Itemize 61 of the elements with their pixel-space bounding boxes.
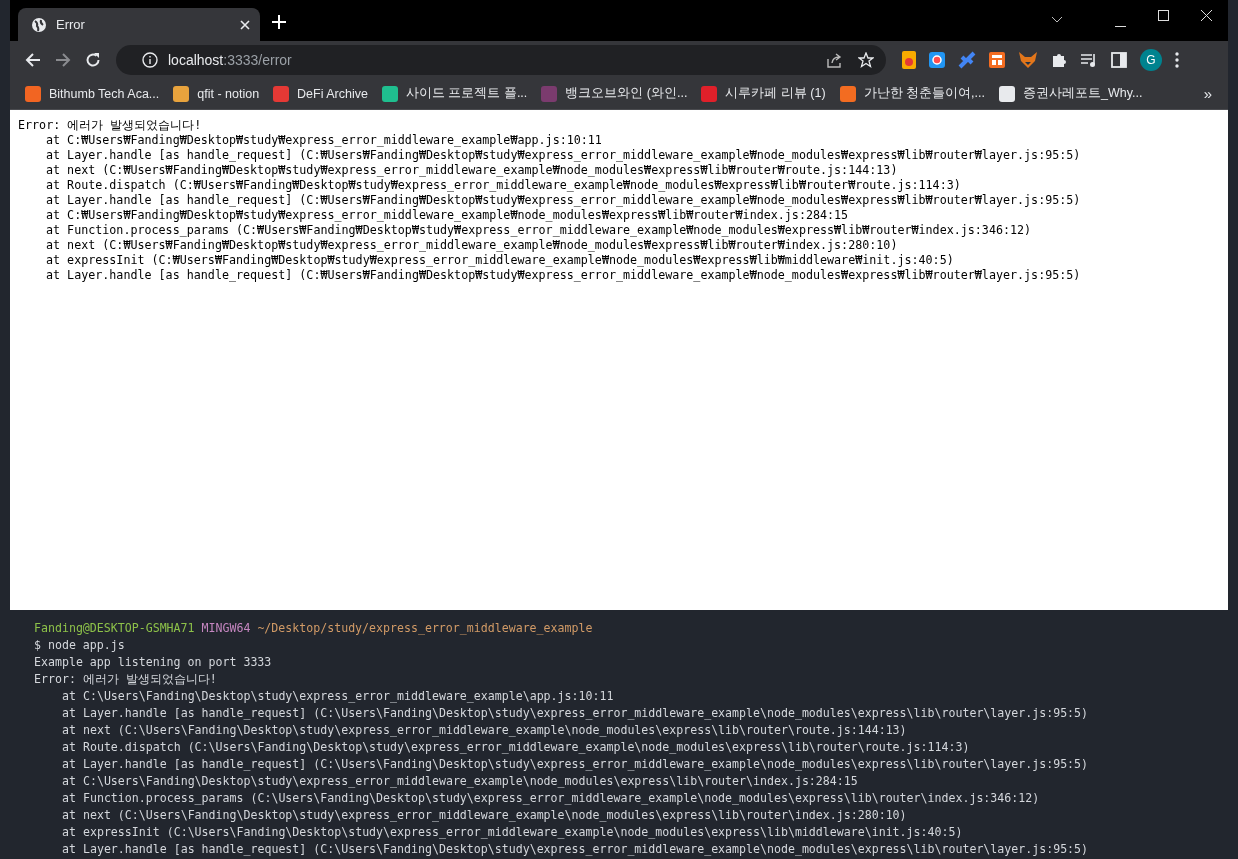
close-icon[interactable] — [1201, 10, 1212, 21]
stack-trace-line: at Layer.handle [as handle_request] (C:₩Users₩Fanding₩Desktop₩study₩express_error_middleware_example₩node_modules₩express₩lib₩router₩layer.js:95:5) — [45, 148, 1082, 163]
puzzle-icon[interactable] — [1051, 51, 1067, 68]
fox-extension-icon[interactable] — [1018, 50, 1038, 69]
side-panel-icon[interactable] — [1111, 51, 1127, 68]
globe-icon — [31, 16, 47, 33]
bookmark[interactable]: Bithumb Tech Aca... — [18, 85, 167, 102]
bookmark[interactable]: 사이드 프로젝트 플... — [374, 85, 535, 102]
more-menu-icon[interactable] — [1175, 51, 1179, 68]
stack-trace-line: at Route.dispatch (C:\Users\Fanding\Desktop\study\express_error_middleware_example\node_modules\express\lib\router\route.js:114:3) — [61, 739, 971, 756]
share-icon[interactable] — [826, 51, 844, 68]
document-extension-icon[interactable] — [902, 50, 916, 69]
media-queue-icon[interactable] — [1080, 51, 1098, 68]
stack-trace-line: at Layer.handle [as handle_request] (C:\Users\Fanding\Desktop\study\express_error_middleware_example\node_modules\express\lib\router\layer.js:95:5) — [61, 756, 1090, 773]
stack-trace-line: at next (C:₩Users₩Fanding₩Desktop₩study₩express_error_middleware_example₩node_modules₩express₩lib₩router₩route.js:144:13) — [45, 163, 899, 178]
chevron-down-icon[interactable] — [1051, 16, 1063, 23]
stack-trace-line: at next (C:\Users\Fanding\Desktop\study\express_error_middleware_example\node_modules\express\lib\router\index.js:280:10) — [61, 807, 908, 824]
more-bookmarks-button[interactable]: » — [1195, 85, 1220, 102]
new-tab-icon[interactable] — [272, 15, 286, 29]
prompt-path: ~/Desktop/study/express_error_middleware_example — [257, 621, 593, 635]
url-text: localhost:3333/error — [168, 51, 293, 68]
close-icon[interactable] — [240, 19, 250, 30]
reload-icon[interactable] — [85, 51, 101, 68]
bookmark[interactable]: 가난한 청춘들이여,... — [832, 85, 992, 102]
stack-trace-line: at expressInit (C:₩Users₩Fanding₩Desktop₩study₩express_error_middleware_example₩node_modules₩express₩lib₩middleware₩init.js:40:5) — [45, 253, 955, 268]
bookmark[interactable]: 뱅크오브와인 (와인... — [534, 85, 695, 102]
stack-trace-line: at next (C:₩Users₩Fanding₩Desktop₩study₩express_error_middleware_example₩node_modules₩express₩lib₩router₩index.js:280:10) — [45, 238, 899, 253]
maximize-icon[interactable] — [1158, 10, 1169, 21]
stack-trace-line: at C:₩Users₩Fanding₩Desktop₩study₩express_error_middleware_example₩app.js:10:11 — [45, 133, 603, 148]
stack-trace-line: at Layer.handle [as handle_request] (C:₩Users₩Fanding₩Desktop₩study₩express_error_middleware_example₩node_modules₩express₩lib₩router₩layer.js:95:5) — [45, 193, 1082, 208]
stack-trace-line: at C:₩Users₩Fanding₩Desktop₩study₩express_error_middleware_example₩node_modules₩express₩lib₩router₩index.js:284:15 — [45, 208, 850, 223]
stack-trace-line: at Layer.handle [as handle_request] (C:\Users\Fanding\Desktop\study\express_error_middleware_example\node_modules\express\lib\router\layer.js:95:5) — [61, 705, 1090, 722]
bookmark[interactable]: DeFi Archive — [266, 85, 375, 102]
stack-trace-line: at Layer.handle [as handle_request] (C:\Users\Fanding\Desktop\study\express_error_middleware_example\node_modules\express\lib\router\layer.js:95:5) — [61, 841, 1090, 858]
stack-trace-line: at C:\Users\Fanding\Desktop\study\express_error_middleware_example\app.js:10:11 — [61, 688, 615, 705]
terminal-output-line: Error: 에러가 발생되었습니다! — [34, 671, 218, 688]
stack-trace-line: at Layer.handle [as handle_request] (C:₩Users₩Fanding₩Desktop₩study₩express_error_middleware_example₩node_modules₩express₩lib₩router₩layer.js:95:5) — [45, 268, 1082, 283]
star-icon[interactable] — [858, 51, 874, 68]
bookmark[interactable]: qfit - notion — [166, 85, 267, 102]
bookmark[interactable]: 증권사레포트_Why... — [992, 85, 1150, 102]
stack-trace-line: at Route.dispatch (C:₩Users₩Fanding₩Desktop₩study₩express_error_middleware_example₩node_modules₩express₩lib₩router₩route.js:114:3) — [45, 178, 962, 193]
back-icon[interactable] — [25, 51, 41, 68]
prompt-user-host: Fanding@DESKTOP-GSMHA71 — [34, 621, 195, 635]
bookmark[interactable]: 시루카페 리뷰 (1) — [694, 85, 833, 102]
stack-trace-line: at expressInit (C:\Users\Fanding\Desktop\study\express_error_middleware_example\node_modules\express\lib\middleware\init.js:40:5) — [61, 824, 964, 841]
prompt-shell: MINGW64 — [201, 621, 251, 635]
forward-icon[interactable] — [55, 51, 71, 68]
address-bar[interactable]: localhost:3333/error — [116, 44, 886, 75]
error-message: Error: 에러가 발생되었습니다! — [18, 118, 203, 133]
stack-trace-line: at Function.process_params (C:\Users\Fanding\Desktop\study\express_error_middleware_example\node_modules\express\lib\router\index.js:346:12) — [61, 790, 1041, 807]
stack-trace-line: at C:\Users\Fanding\Desktop\study\express_error_middleware_example\node_modules\express\lib\router\index.js:284:15 — [61, 773, 859, 790]
terminal-output-line: Example app listening on port 3333 — [34, 654, 273, 671]
info-icon — [142, 51, 158, 68]
layout-extension-icon[interactable] — [989, 51, 1005, 68]
profile-avatar[interactable]: G — [1140, 48, 1162, 71]
stack-trace-line: at next (C:\Users\Fanding\Desktop\study\express_error_middleware_example\node_modules\express\lib\router\route.js:144:13) — [61, 722, 908, 739]
record-extension-icon[interactable] — [929, 51, 945, 68]
stack-trace-line: at Function.process_params (C:₩Users₩Fanding₩Desktop₩study₩express_error_middleware_example₩node_modules₩express₩lib₩router₩index.js:346:12) — [45, 223, 1033, 238]
browser-tab[interactable]: Error — [18, 8, 260, 41]
terminal-command: $ node app.js — [34, 637, 126, 654]
tab-title: Error — [56, 17, 86, 32]
